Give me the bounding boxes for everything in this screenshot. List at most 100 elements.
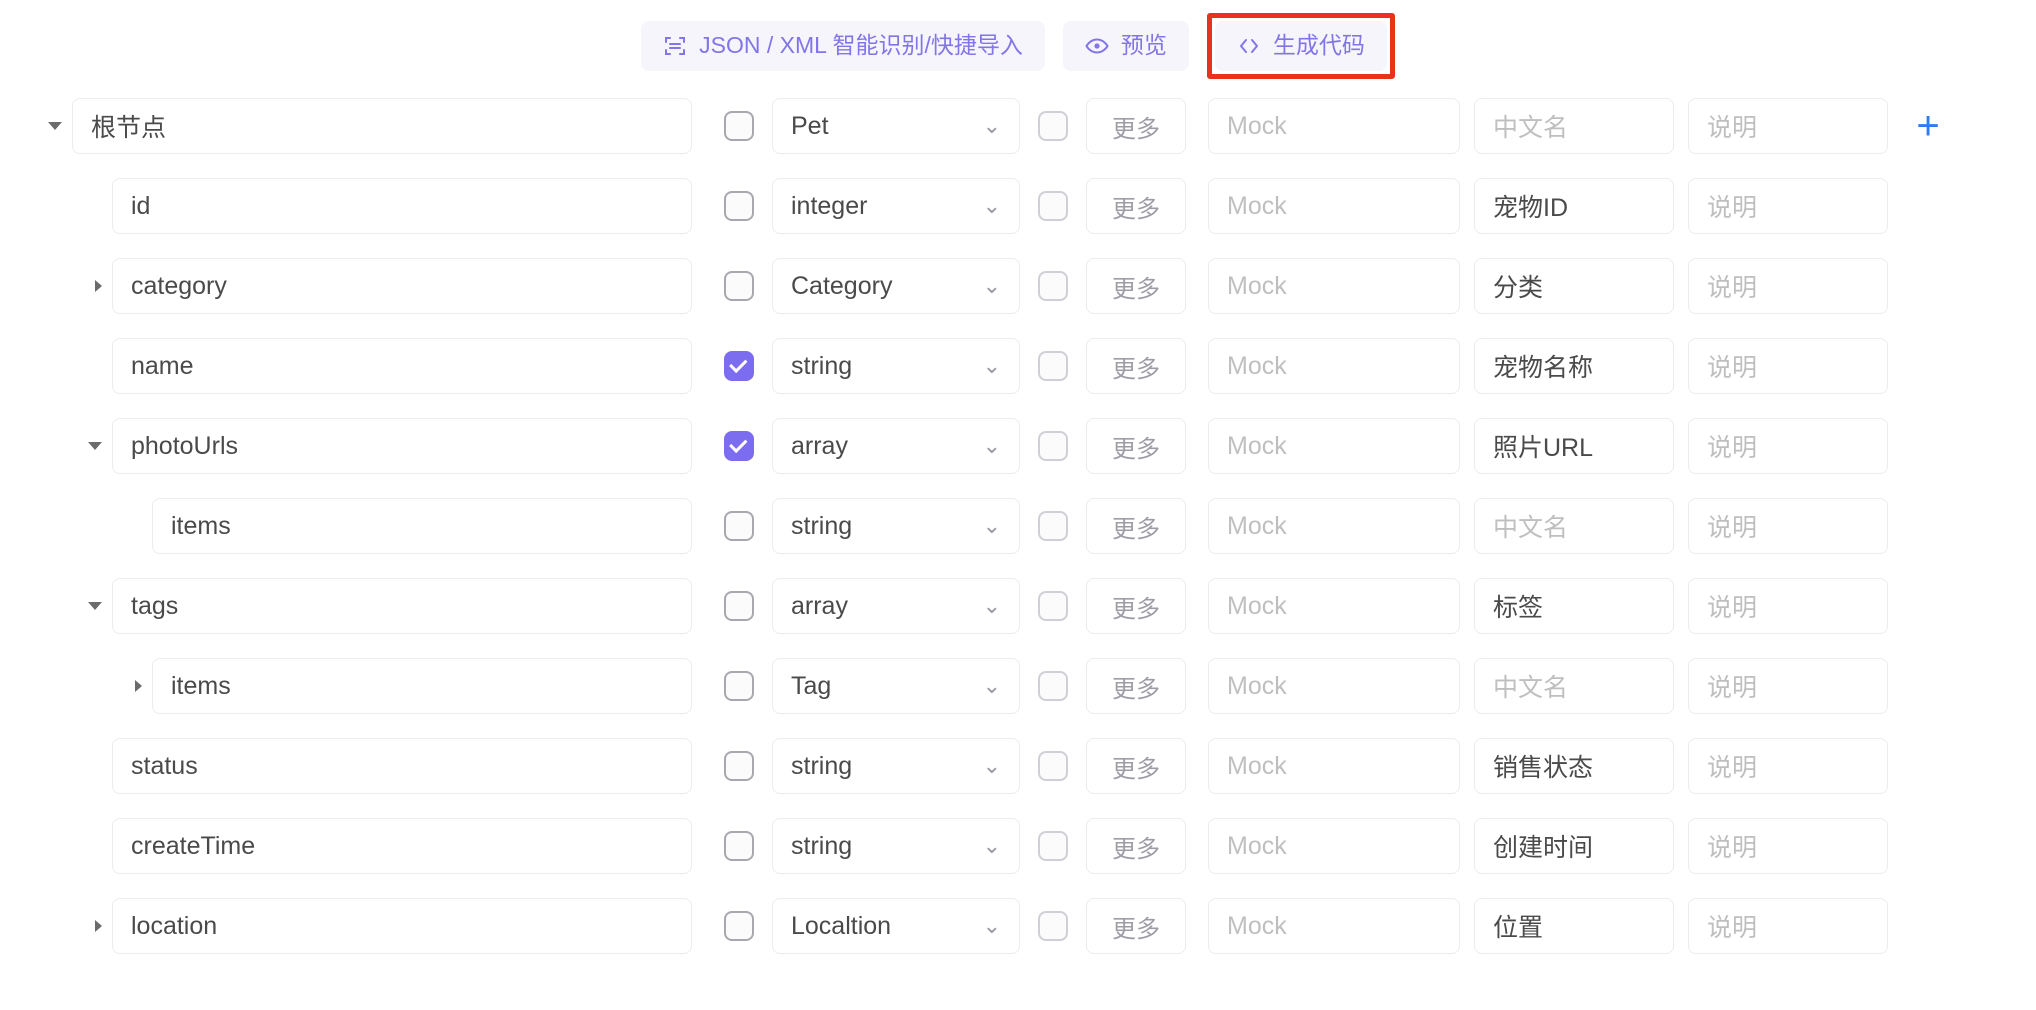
chinese-name-input[interactable]: 创建时间	[1474, 818, 1674, 874]
mock-input[interactable]: Mock	[1208, 658, 1460, 714]
field-type-select[interactable]: string ⌄	[772, 818, 1020, 874]
field-name-input[interactable]: items	[152, 658, 692, 714]
field-type-select[interactable]: string ⌄	[772, 498, 1020, 554]
required-checkbox[interactable]	[724, 511, 754, 541]
chinese-name-input[interactable]: 中文名	[1474, 98, 1674, 154]
secondary-checkbox[interactable]	[1038, 511, 1068, 541]
mock-input[interactable]: Mock	[1208, 818, 1460, 874]
description-input[interactable]: 说明	[1688, 178, 1888, 234]
description-input[interactable]: 说明	[1688, 258, 1888, 314]
chinese-name-input[interactable]: 中文名	[1474, 658, 1674, 714]
add-field-cell: +	[1888, 106, 1968, 146]
chinese-name-input[interactable]: 照片URL	[1474, 418, 1674, 474]
required-checkbox[interactable]	[724, 111, 754, 141]
mock-input[interactable]: Mock	[1208, 738, 1460, 794]
field-type-select[interactable]: Localtion ⌄	[772, 898, 1020, 954]
description-input[interactable]: 说明	[1688, 898, 1888, 954]
more-options-button[interactable]: 更多	[1086, 258, 1186, 314]
json-xml-import-button[interactable]: JSON / XML 智能识别/快捷导入	[641, 21, 1045, 71]
mock-input[interactable]: Mock	[1208, 498, 1460, 554]
mock-input[interactable]: Mock	[1208, 98, 1460, 154]
mock-input[interactable]: Mock	[1208, 178, 1460, 234]
field-type-select[interactable]: Category ⌄	[772, 258, 1020, 314]
secondary-checkbox[interactable]	[1038, 271, 1068, 301]
chinese-name-input[interactable]: 标签	[1474, 578, 1674, 634]
field-name-input[interactable]: location	[112, 898, 692, 954]
chinese-name-input[interactable]: 中文名	[1474, 498, 1674, 554]
secondary-checkbox[interactable]	[1038, 191, 1068, 221]
field-name-input[interactable]: items	[152, 498, 692, 554]
description-input[interactable]: 说明	[1688, 338, 1888, 394]
field-name-input[interactable]: name	[112, 338, 692, 394]
field-name-input[interactable]: tags	[112, 578, 692, 634]
mock-input[interactable]: Mock	[1208, 418, 1460, 474]
mock-input[interactable]: Mock	[1208, 578, 1460, 634]
secondary-checkbox-cell	[1020, 591, 1086, 621]
more-options-button[interactable]: 更多	[1086, 98, 1186, 154]
more-options-button[interactable]: 更多	[1086, 738, 1186, 794]
required-checkbox[interactable]	[724, 431, 754, 461]
field-type-select[interactable]: string ⌄	[772, 738, 1020, 794]
mock-input[interactable]: Mock	[1208, 898, 1460, 954]
required-checkbox[interactable]	[724, 191, 754, 221]
more-options-button[interactable]: 更多	[1086, 818, 1186, 874]
secondary-checkbox[interactable]	[1038, 751, 1068, 781]
description-input[interactable]: 说明	[1688, 738, 1888, 794]
secondary-checkbox[interactable]	[1038, 431, 1068, 461]
chinese-name-input[interactable]: 位置	[1474, 898, 1674, 954]
field-type-select[interactable]: Pet ⌄	[772, 98, 1020, 154]
secondary-checkbox[interactable]	[1038, 351, 1068, 381]
caret-expanded-icon[interactable]	[88, 602, 102, 610]
required-checkbox[interactable]	[724, 271, 754, 301]
required-checkbox[interactable]	[724, 351, 754, 381]
caret-expanded-icon[interactable]	[48, 122, 62, 130]
more-options-button[interactable]: 更多	[1086, 178, 1186, 234]
description-input[interactable]: 说明	[1688, 818, 1888, 874]
field-name-input[interactable]: status	[112, 738, 692, 794]
caret-collapsed-icon[interactable]	[95, 280, 102, 292]
secondary-checkbox[interactable]	[1038, 911, 1068, 941]
field-name-input[interactable]: id	[112, 178, 692, 234]
more-options-button[interactable]: 更多	[1086, 898, 1186, 954]
field-name-input[interactable]: photoUrls	[112, 418, 692, 474]
chinese-name-input[interactable]: 销售状态	[1474, 738, 1674, 794]
description-input[interactable]: 说明	[1688, 658, 1888, 714]
field-type-select[interactable]: Tag ⌄	[772, 658, 1020, 714]
caret-expanded-icon[interactable]	[88, 442, 102, 450]
field-name-input[interactable]: createTime	[112, 818, 692, 874]
more-options-button[interactable]: 更多	[1086, 418, 1186, 474]
chinese-name-input[interactable]: 分类	[1474, 258, 1674, 314]
more-options-button[interactable]: 更多	[1086, 658, 1186, 714]
field-type-select[interactable]: string ⌄	[772, 338, 1020, 394]
caret-collapsed-icon[interactable]	[135, 680, 142, 692]
add-field-button[interactable]: +	[1916, 106, 1939, 146]
preview-button[interactable]: 预览	[1062, 21, 1189, 71]
required-checkbox[interactable]	[724, 911, 754, 941]
secondary-checkbox[interactable]	[1038, 671, 1068, 701]
required-checkbox[interactable]	[724, 751, 754, 781]
field-name-input[interactable]: 根节点	[72, 98, 692, 154]
more-options-button[interactable]: 更多	[1086, 498, 1186, 554]
mock-input[interactable]: Mock	[1208, 258, 1460, 314]
field-name-input[interactable]: category	[112, 258, 692, 314]
secondary-checkbox[interactable]	[1038, 831, 1068, 861]
description-input[interactable]: 说明	[1688, 98, 1888, 154]
chinese-name-input[interactable]: 宠物ID	[1474, 178, 1674, 234]
secondary-checkbox[interactable]	[1038, 591, 1068, 621]
more-options-button[interactable]: 更多	[1086, 578, 1186, 634]
required-checkbox[interactable]	[724, 671, 754, 701]
generate-code-button[interactable]: 生成代码	[1214, 21, 1387, 71]
field-type-select[interactable]: array ⌄	[772, 578, 1020, 634]
required-checkbox[interactable]	[724, 591, 754, 621]
chinese-name-input[interactable]: 宠物名称	[1474, 338, 1674, 394]
more-options-button[interactable]: 更多	[1086, 338, 1186, 394]
description-input[interactable]: 说明	[1688, 418, 1888, 474]
required-checkbox[interactable]	[724, 831, 754, 861]
description-input[interactable]: 说明	[1688, 578, 1888, 634]
secondary-checkbox[interactable]	[1038, 111, 1068, 141]
mock-input[interactable]: Mock	[1208, 338, 1460, 394]
caret-collapsed-icon[interactable]	[95, 920, 102, 932]
description-input[interactable]: 说明	[1688, 498, 1888, 554]
field-type-select[interactable]: integer ⌄	[772, 178, 1020, 234]
field-type-select[interactable]: array ⌄	[772, 418, 1020, 474]
